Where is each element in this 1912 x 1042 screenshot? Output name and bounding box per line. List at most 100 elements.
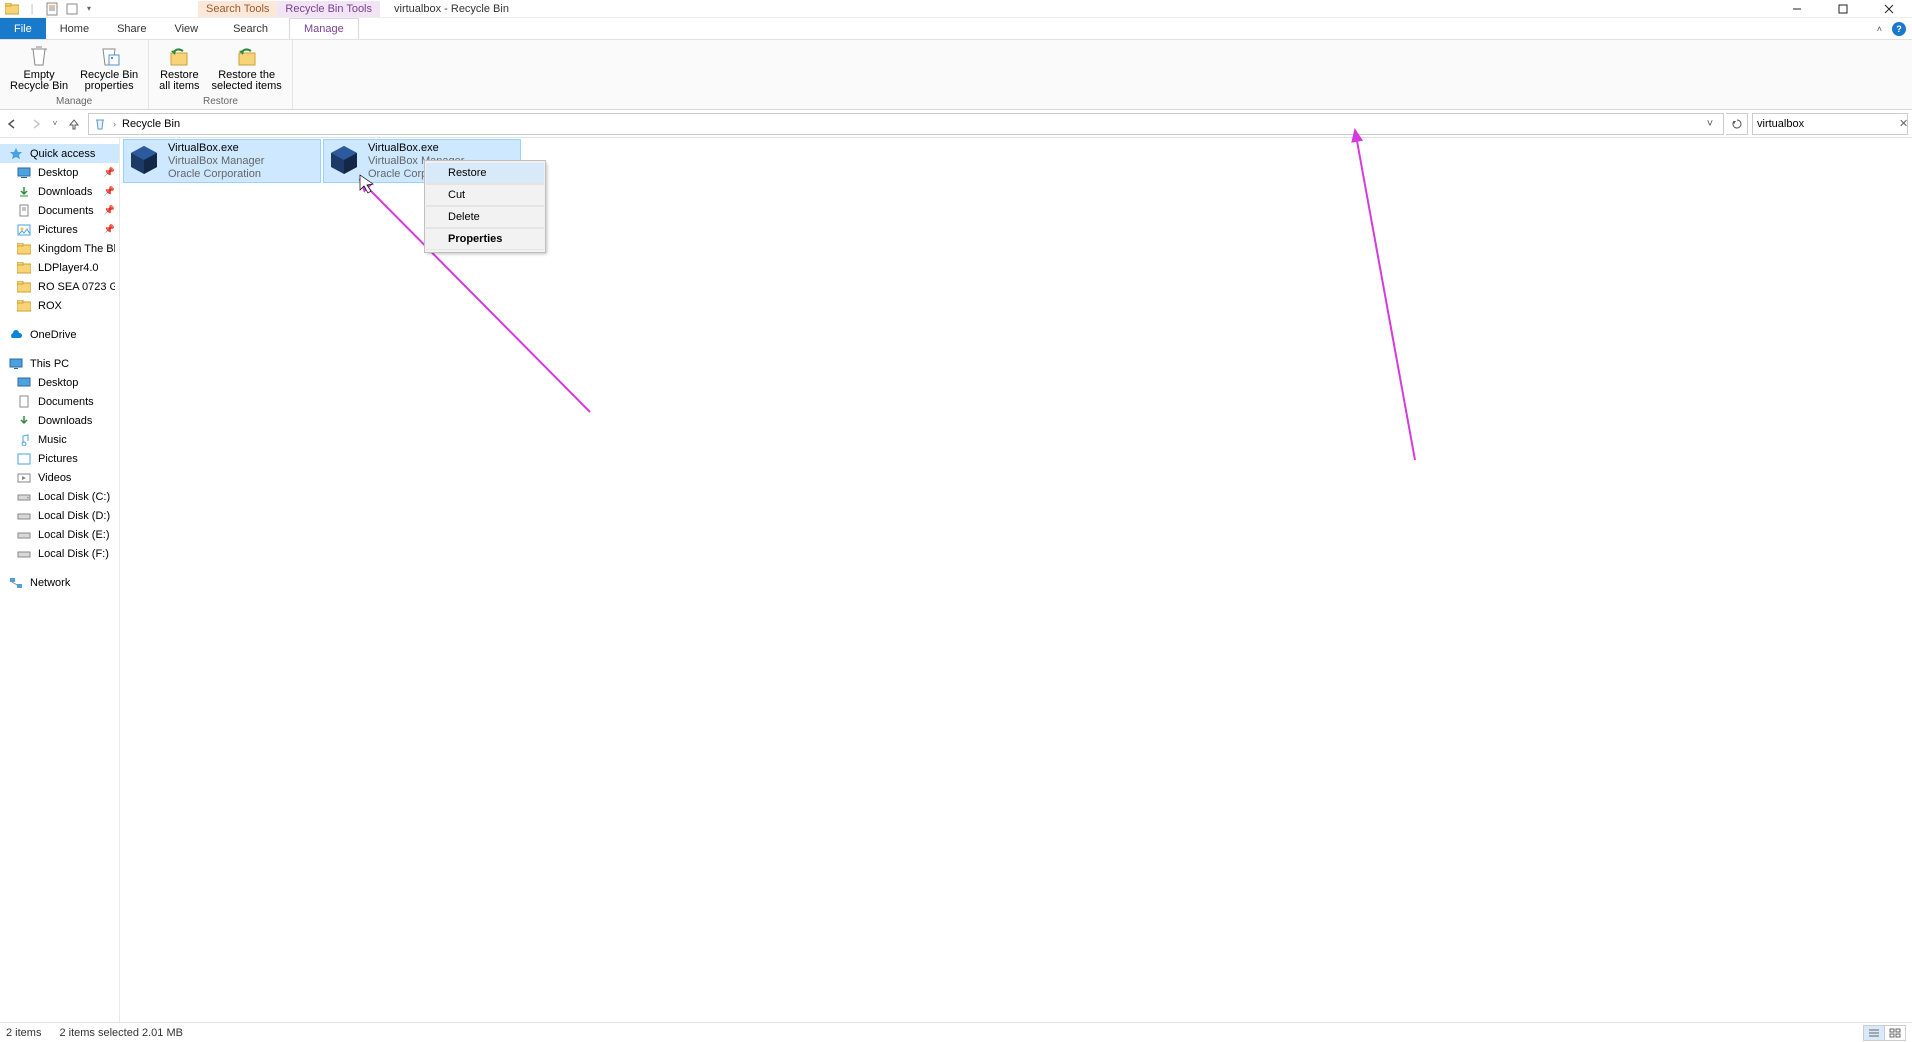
sidebar-item-pc-pictures[interactable]: Pictures xyxy=(0,449,119,468)
sidebar-network[interactable]: Network xyxy=(0,573,119,592)
recycle-bin-properties-icon xyxy=(95,44,123,68)
navigation-pane[interactable]: Quick access Desktop 📌 Downloads 📌 Docum… xyxy=(0,138,120,1022)
nav-history-dropdown[interactable]: ˅ xyxy=(48,112,62,136)
folder-icon xyxy=(16,261,32,275)
sidebar-item-label: Music xyxy=(38,434,115,446)
tab-home[interactable]: Home xyxy=(46,18,103,39)
refresh-button[interactable] xyxy=(1726,113,1748,135)
context-menu-restore[interactable]: Restore xyxy=(426,163,544,184)
properties-qat-icon[interactable] xyxy=(44,1,60,17)
sidebar-item-label: Videos xyxy=(38,472,115,484)
nav-back-button[interactable] xyxy=(0,112,24,136)
view-large-icons-button[interactable] xyxy=(1884,1025,1906,1041)
sidebar-onedrive-label: OneDrive xyxy=(30,329,115,341)
sidebar-item-drive-d[interactable]: Local Disk (D:) xyxy=(0,506,119,525)
tab-file[interactable]: File xyxy=(0,18,46,39)
documents-icon xyxy=(16,204,32,218)
ribbon: Empty Recycle Bin Recycle Bin properties… xyxy=(0,40,1912,110)
this-pc-icon xyxy=(8,357,24,371)
nav-up-button[interactable] xyxy=(62,112,86,136)
sidebar-item-drive-e[interactable]: Local Disk (E:) xyxy=(0,525,119,544)
downloads-icon xyxy=(16,185,32,199)
help-icon[interactable]: ? xyxy=(1892,22,1906,36)
documents-icon xyxy=(16,395,32,409)
maximize-button[interactable] xyxy=(1820,0,1866,18)
context-tab-search-tools[interactable]: Search Tools xyxy=(198,1,277,17)
main-area: Quick access Desktop 📌 Downloads 📌 Docum… xyxy=(0,138,1912,1022)
recycle-bin-properties-button[interactable]: Recycle Bin properties xyxy=(74,40,144,92)
sidebar-item-downloads[interactable]: Downloads 📌 xyxy=(0,182,119,201)
content-pane[interactable]: VirtualBox.exe VirtualBox Manager Oracle… xyxy=(120,138,1912,1022)
address-bar: ˅ › Recycle Bin ˅ ✕ xyxy=(0,110,1912,138)
sidebar-item-label: Pictures xyxy=(38,453,115,465)
sidebar-item-documents[interactable]: Documents 📌 xyxy=(0,201,119,220)
qat-item-icon[interactable] xyxy=(64,1,80,17)
context-menu-properties[interactable]: Properties xyxy=(426,228,544,250)
view-details-button[interactable] xyxy=(1863,1025,1885,1041)
sidebar-item-folder[interactable]: RO SEA 0723 GVG EI xyxy=(0,277,119,296)
context-tab-recycle-bin-tools[interactable]: Recycle Bin Tools xyxy=(277,1,380,17)
drive-icon xyxy=(16,528,32,542)
sidebar-item-pc-downloads[interactable]: Downloads xyxy=(0,411,119,430)
sidebar-item-pc-music[interactable]: Music xyxy=(0,430,119,449)
restore-selected-icon xyxy=(233,44,261,68)
folder-icon xyxy=(16,242,32,256)
sidebar-item-folder[interactable]: LDPlayer4.0 xyxy=(0,258,119,277)
folder-icon xyxy=(16,299,32,313)
address-history-dropdown[interactable]: ˅ xyxy=(1701,118,1719,130)
restore-selected-button[interactable]: Restore the selected items xyxy=(206,40,288,92)
restore-all-button[interactable]: Restore all items xyxy=(153,40,205,92)
sidebar-item-pc-documents[interactable]: Documents xyxy=(0,392,119,411)
minimize-button[interactable] xyxy=(1774,0,1820,18)
context-menu-delete[interactable]: Delete xyxy=(426,206,544,228)
sidebar-item-label: Documents xyxy=(38,205,98,217)
desktop-icon xyxy=(16,166,32,180)
tab-view[interactable]: View xyxy=(160,18,212,39)
qat-separator-icon: | xyxy=(24,1,40,17)
sidebar-item-label: Documents xyxy=(38,396,115,408)
pin-icon: 📌 xyxy=(104,224,115,235)
nav-forward-button[interactable] xyxy=(24,112,48,136)
status-item-count: 2 items xyxy=(6,1027,41,1039)
sidebar-quick-access[interactable]: Quick access xyxy=(0,144,119,163)
sidebar-item-pictures[interactable]: Pictures 📌 xyxy=(0,220,119,239)
address-field[interactable]: › Recycle Bin ˅ xyxy=(88,113,1724,135)
pictures-icon xyxy=(16,223,32,237)
empty-recycle-bin-button[interactable]: Empty Recycle Bin xyxy=(4,40,74,92)
sidebar-quick-access-label: Quick access xyxy=(30,148,115,160)
breadcrumb-sep-icon[interactable]: › xyxy=(113,119,116,129)
sidebar-item-drive-f[interactable]: Local Disk (F:) xyxy=(0,544,119,563)
search-input[interactable] xyxy=(1757,118,1899,130)
pin-icon: 📌 xyxy=(104,186,115,197)
file-name: VirtualBox.exe xyxy=(168,142,264,155)
context-menu-cut[interactable]: Cut xyxy=(426,184,544,206)
sidebar-item-folder[interactable]: Kingdom The Blood xyxy=(0,239,119,258)
tab-share[interactable]: Share xyxy=(103,18,160,39)
ribbon-collapse-icon[interactable]: ˄ xyxy=(1877,24,1882,34)
folder-icon xyxy=(16,280,32,294)
search-clear-icon[interactable]: ✕ xyxy=(1899,117,1908,130)
sidebar-item-drive-c[interactable]: Local Disk (C:) xyxy=(0,487,119,506)
pictures-icon xyxy=(16,452,32,466)
close-button[interactable] xyxy=(1866,0,1912,18)
ribbon-group-restore-label: Restore xyxy=(203,96,238,109)
sidebar-item-label: Desktop xyxy=(38,167,98,179)
sidebar-item-pc-desktop[interactable]: Desktop xyxy=(0,373,119,392)
file-description: VirtualBox Manager xyxy=(168,155,264,168)
window-title: virtualbox - Recycle Bin xyxy=(394,3,509,15)
qat-customize-icon[interactable]: ▾ xyxy=(84,4,94,13)
pin-icon: 📌 xyxy=(104,167,115,178)
sidebar-item-label: Downloads xyxy=(38,415,115,427)
sidebar-item-desktop[interactable]: Desktop 📌 xyxy=(0,163,119,182)
tab-search[interactable]: Search xyxy=(218,18,283,39)
sidebar-onedrive[interactable]: OneDrive xyxy=(0,325,119,344)
sidebar-item-folder[interactable]: ROX xyxy=(0,296,119,315)
drive-icon xyxy=(16,509,32,523)
search-box[interactable]: ✕ xyxy=(1752,113,1908,135)
file-item[interactable]: VirtualBox.exe VirtualBox Manager Oracle… xyxy=(124,140,320,182)
tab-manage[interactable]: Manage xyxy=(289,18,359,39)
desktop-icon xyxy=(16,376,32,390)
sidebar-item-pc-videos[interactable]: Videos xyxy=(0,468,119,487)
sidebar-this-pc[interactable]: This PC xyxy=(0,354,119,373)
breadcrumb-location[interactable]: Recycle Bin xyxy=(122,118,180,130)
